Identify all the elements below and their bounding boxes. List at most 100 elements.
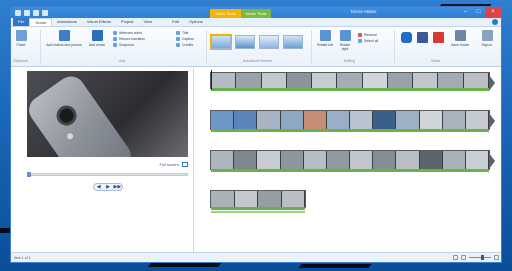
seek-thumb[interactable]	[27, 172, 31, 177]
previous-frame-button[interactable]: ◀	[94, 184, 103, 190]
clip-end-marker	[489, 153, 495, 169]
clip-frame	[257, 151, 281, 169]
undo-icon[interactable]	[33, 9, 39, 16]
clip-frame	[234, 191, 258, 207]
music-track-bar[interactable]	[211, 211, 305, 213]
maximize-button[interactable]: □	[472, 7, 485, 18]
group-label-share: Share	[431, 59, 441, 63]
zoom-out-icon[interactable]	[461, 255, 466, 260]
fullscreen-toggle[interactable]: Full screen	[159, 162, 188, 167]
tab-project[interactable]: Project	[116, 18, 138, 26]
clip-strip[interactable]	[210, 190, 306, 213]
tab-home[interactable]: Home	[29, 18, 53, 26]
clip-frame	[396, 151, 420, 169]
app-menu-icon[interactable]	[15, 9, 21, 16]
zoom-slider-thumb[interactable]	[481, 255, 484, 260]
fullscreen-label: Full screen	[159, 162, 179, 167]
sign-in-label: Sign in	[481, 43, 493, 47]
clip-frame	[236, 73, 262, 88]
tab-options[interactable]: Options	[184, 18, 208, 26]
camera-lens-image	[52, 101, 81, 130]
preview-pane: Full screen ◀ ▶ ▶▶	[11, 68, 194, 254]
clip-strip[interactable]	[210, 150, 495, 172]
help-icon[interactable]	[492, 19, 498, 25]
clip-frame	[234, 111, 258, 129]
tab-animations[interactable]: Animations	[52, 18, 82, 26]
add-options-list: Webcam video Record narration Snapshot	[113, 30, 145, 48]
theme-thumbnail[interactable]	[210, 34, 232, 50]
ribbon-tabs: File Home Animations Visual Effects Proj…	[11, 18, 501, 27]
clip-frame	[465, 151, 490, 169]
minimize-button[interactable]: –	[459, 7, 472, 18]
clip-frame	[442, 151, 466, 169]
share-onedrive-button[interactable]	[399, 32, 413, 45]
clip-frame	[286, 73, 313, 88]
camera-icon	[113, 43, 117, 47]
snapshot-item[interactable]: Snapshot	[113, 42, 145, 48]
theme-thumbnail[interactable]	[235, 35, 255, 49]
rotate-left-button[interactable]: Rotate left	[316, 30, 334, 47]
clip-frame	[350, 111, 374, 129]
clip-frame	[211, 151, 235, 169]
audio-track-bar[interactable]	[211, 169, 489, 172]
group-label-clipboard: Clipboard	[13, 59, 28, 63]
playback-controls: ◀ ▶ ▶▶	[93, 183, 123, 191]
clip-frame	[387, 73, 414, 88]
share-youtube-button[interactable]	[431, 32, 445, 45]
context-tab-headers: Video Tools Music Tools	[210, 9, 272, 18]
tab-file[interactable]: File	[13, 18, 30, 26]
clip-frame	[303, 151, 327, 169]
add-music-button[interactable]: Add music	[87, 30, 107, 47]
clip-frame	[257, 111, 281, 129]
select-all-item[interactable]: Select all	[358, 38, 378, 44]
main-area: Full screen ◀ ▶ ▶▶	[11, 68, 501, 254]
group-label-themes: AutoMovie themes	[243, 59, 272, 63]
add-videos-button[interactable]: Add videos and photos	[45, 30, 83, 47]
select-all-label: Select all	[364, 39, 379, 43]
rotate-right-icon	[339, 30, 351, 41]
playhead[interactable]	[211, 70, 212, 90]
thumbnail-size-icon[interactable]	[453, 255, 458, 260]
clip-frame	[326, 151, 351, 169]
paste-button[interactable]: Paste	[14, 30, 28, 47]
theme-thumbnail[interactable]	[259, 35, 279, 49]
tab-view[interactable]: View	[138, 18, 157, 26]
play-button[interactable]: ▶	[103, 184, 112, 190]
rotate-right-button[interactable]: Rotate right	[336, 30, 354, 51]
sign-in-button[interactable]: Sign in	[477, 30, 497, 47]
tab-edit[interactable]: Edit	[167, 18, 184, 26]
clip-frame	[362, 73, 388, 88]
next-frame-button[interactable]: ▶▶	[113, 184, 122, 190]
seek-bar[interactable]	[27, 172, 188, 177]
credits-item[interactable]: Credits	[176, 42, 194, 48]
theme-thumbnail[interactable]	[283, 35, 303, 49]
clip-frame	[465, 111, 490, 129]
edit-options-list: Remove Select all	[358, 32, 378, 44]
close-button[interactable]: ×	[485, 7, 501, 18]
clip-frame	[463, 73, 489, 88]
clip-end-marker	[489, 113, 495, 129]
zoom-slider[interactable]	[469, 255, 491, 260]
clip-frame	[373, 111, 397, 129]
remove-icon	[358, 33, 362, 37]
zoom-in-icon[interactable]	[494, 255, 499, 260]
share-facebook-button[interactable]	[415, 32, 429, 45]
audio-track-bar[interactable]	[211, 88, 489, 91]
redo-icon[interactable]	[42, 9, 48, 16]
clip-strip[interactable]	[210, 72, 495, 91]
rotate-left-icon	[319, 30, 331, 41]
microphone-icon	[113, 37, 117, 41]
clipboard-icon	[15, 30, 27, 41]
facebook-icon	[416, 32, 428, 43]
clip-frame	[326, 111, 351, 129]
clip-strip[interactable]	[210, 110, 495, 132]
video-preview[interactable]	[27, 71, 188, 157]
group-label-add: Add	[119, 59, 126, 63]
save-icon[interactable]	[24, 9, 30, 16]
title-icon	[176, 31, 180, 35]
clip-frame	[234, 151, 258, 169]
audio-track-bar[interactable]	[211, 129, 489, 132]
audio-track-bar[interactable]	[211, 207, 305, 210]
save-movie-button[interactable]: Save movie	[449, 30, 471, 47]
tab-visual-effects[interactable]: Visual Effects	[82, 18, 116, 26]
